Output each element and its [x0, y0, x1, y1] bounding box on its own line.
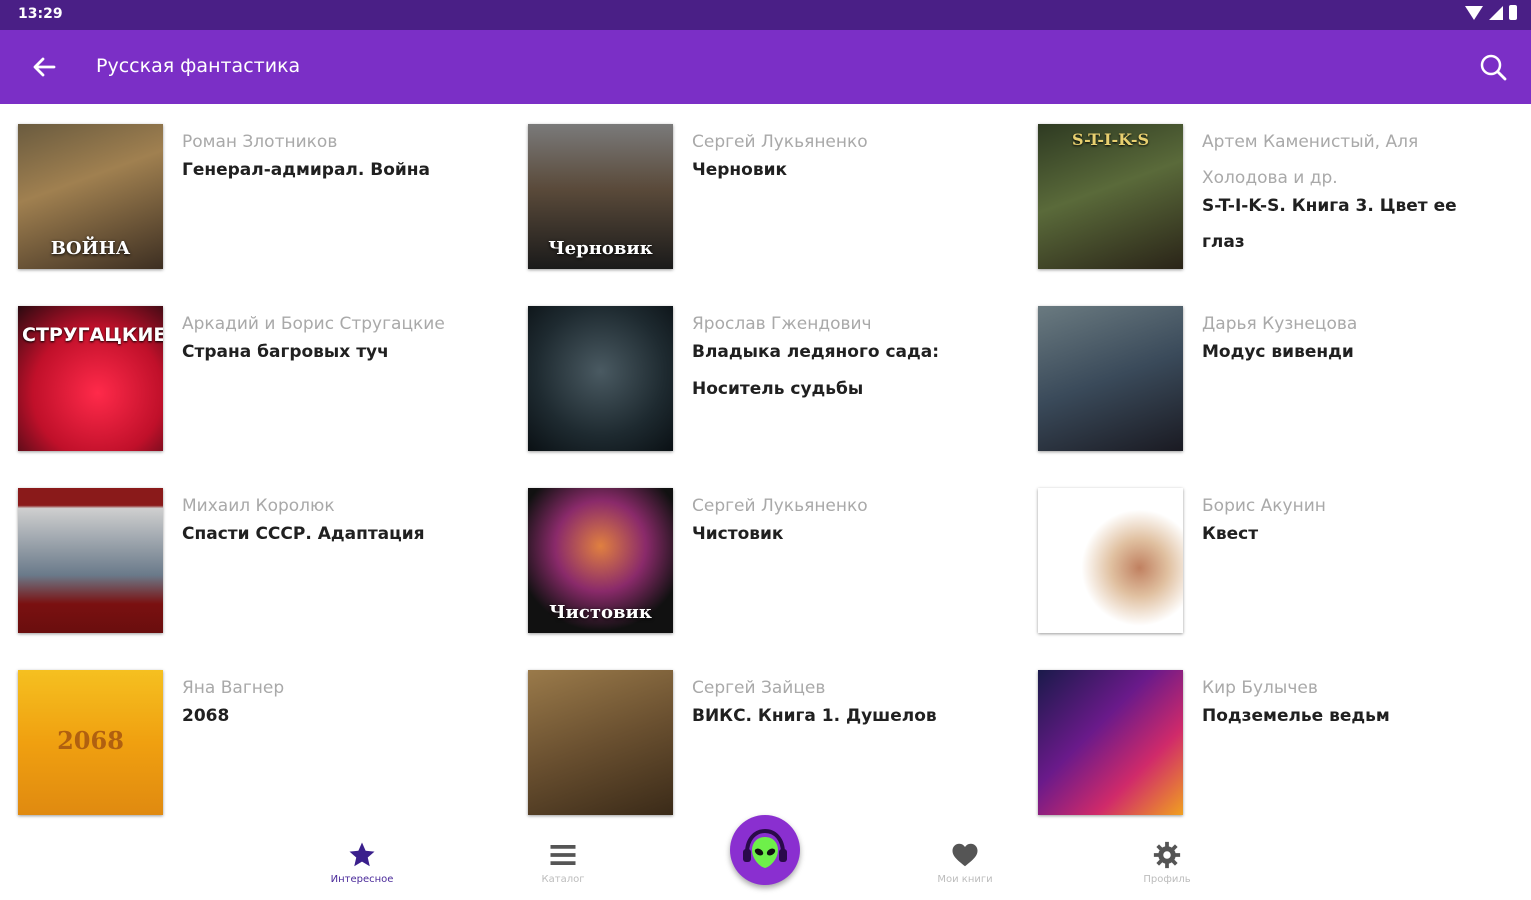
book-title: Генерал-адмирал. Война	[182, 160, 431, 180]
nav-label: Профиль	[1143, 874, 1191, 885]
alien-headphones-icon	[743, 828, 787, 868]
status-time: 13:29	[18, 6, 63, 22]
book-cover: S-T-I-K-S	[1038, 124, 1183, 269]
book-item[interactable]: Михаил Королюк Спасти СССР. Адаптация	[0, 468, 490, 638]
book-item[interactable]: Чистовик Сергей Лукьяненко Чистовик	[510, 468, 1000, 638]
book-item[interactable]: S-T-I-K-S Артем Каменистый, Аля Холодова…	[1020, 104, 1510, 274]
book-item[interactable]: Сергей Зайцев ВИКС. Книга 1. Душелов	[510, 650, 1000, 820]
book-title: 2068	[182, 706, 230, 726]
back-button[interactable]	[28, 51, 60, 83]
book-title: Квест	[1202, 524, 1259, 544]
player-fab[interactable]	[730, 815, 800, 885]
book-cover: СТРУГАЦКИЕ	[18, 306, 163, 451]
status-icons	[1465, 5, 1517, 20]
book-cover: Чистовик	[528, 488, 673, 633]
book-cover	[1038, 488, 1183, 633]
book-grid: ВОЙНА Роман Злотников Генерал-адмирал. В…	[0, 104, 1531, 820]
book-item[interactable]: Борис Акунин Квест	[1020, 468, 1510, 638]
wifi-icon	[1465, 5, 1483, 20]
book-title: Модус вивенди	[1202, 342, 1354, 362]
book-item[interactable]: СТРУГАЦКИЕ Аркадий и Борис Стругацкие Ст…	[0, 286, 490, 456]
cover-text: Черновик	[548, 238, 653, 259]
book-cover	[18, 488, 163, 633]
cover-text: Чистовик	[549, 602, 652, 623]
menu-icon	[550, 845, 576, 865]
heart-icon	[952, 843, 978, 867]
nav-catalog[interactable]: Каталог	[508, 840, 618, 900]
app-bar: Русская фантастика	[0, 30, 1531, 104]
book-cover: Черновик	[528, 124, 673, 269]
gear-icon	[1153, 841, 1181, 869]
signal-icon	[1489, 5, 1503, 20]
search-icon	[1480, 54, 1507, 81]
page-title: Русская фантастика	[96, 55, 301, 77]
book-cover	[528, 670, 673, 815]
star-icon	[349, 842, 375, 867]
cover-top: S-T-I-K-S	[1071, 130, 1150, 149]
book-item[interactable]: 2068 Яна Вагнер 2068	[0, 650, 490, 820]
book-title: ВИКС. Книга 1. Душелов	[692, 706, 937, 726]
nav-my-books[interactable]: Мои книги	[910, 840, 1020, 900]
book-cover	[1038, 306, 1183, 451]
arrow-back-icon	[33, 57, 56, 77]
book-title: Спасти СССР. Адаптация	[182, 524, 425, 544]
cover-top: СТРУГАЦКИЕ	[22, 324, 163, 346]
nav-profile[interactable]: Профиль	[1112, 840, 1222, 900]
book-item[interactable]: Кир Булычев Подземелье ведьм	[1020, 650, 1510, 820]
book-item[interactable]: Дарья Кузнецова Модус вивенди	[1020, 286, 1510, 456]
battery-icon	[1509, 5, 1517, 20]
book-title: Владыка ледяного сада: Носитель судьбы	[692, 342, 939, 399]
cover-text: 2068	[57, 726, 124, 755]
nav-label: Мои книги	[937, 874, 993, 885]
nav-label: Каталог	[541, 874, 585, 885]
search-button[interactable]	[1477, 51, 1509, 83]
status-bar: 13:29	[0, 0, 1531, 30]
nav-interesting[interactable]: Интересное	[307, 840, 417, 900]
book-cover: ВОЙНА	[18, 124, 163, 269]
cover-text: ВОЙНА	[50, 238, 131, 259]
book-item[interactable]: Ярослав Гжендович Владыка ледяного сада:…	[510, 286, 1000, 456]
book-title: Подземелье ведьм	[1202, 706, 1390, 726]
book-cover	[1038, 670, 1183, 815]
book-title: S-T-I-K-S. Книга 3. Цвет ее глаз	[1202, 196, 1457, 252]
nav-label: Интересное	[330, 874, 394, 885]
book-cover: 2068	[18, 670, 163, 815]
book-item[interactable]: ВОЙНА Роман Злотников Генерал-адмирал. В…	[0, 104, 490, 274]
book-author: Артем Каменистый, Аля Холодова и др.	[1202, 132, 1419, 188]
book-item[interactable]: Черновик Сергей Лукьяненко Черновик	[510, 104, 1000, 274]
book-cover	[528, 306, 673, 451]
